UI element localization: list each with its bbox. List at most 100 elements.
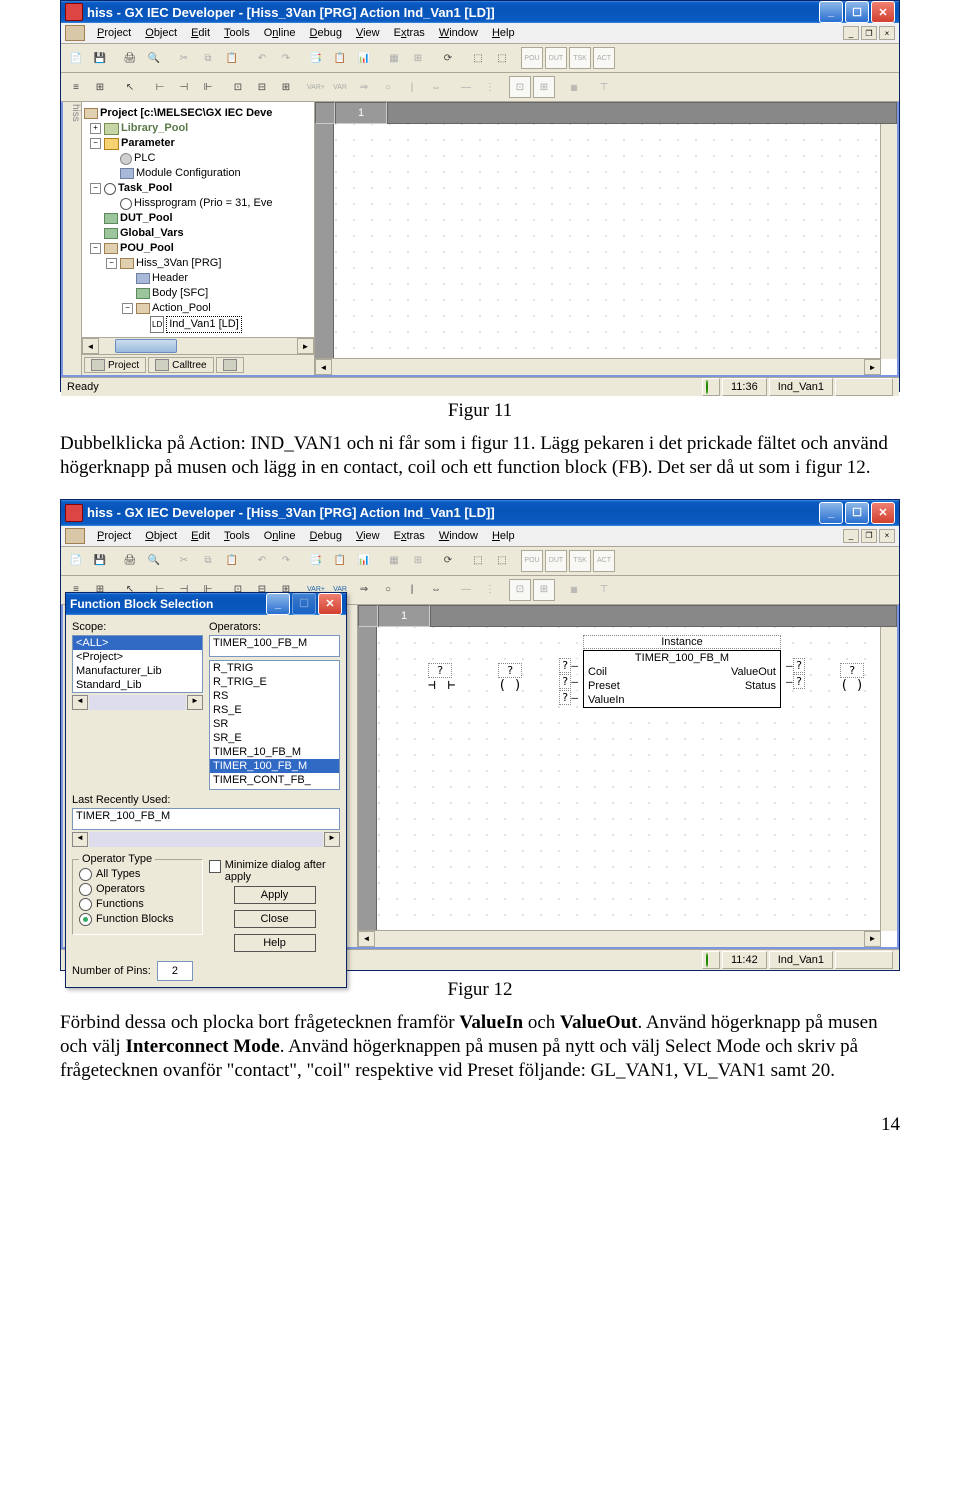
editor-vscroll[interactable] <box>880 627 897 931</box>
save-icon[interactable]: 💾 <box>89 47 111 69</box>
tool-icon[interactable]: ⊟ <box>251 76 273 98</box>
dlg-close[interactable]: ✕ <box>318 593 342 615</box>
tool-icon[interactable]: ⊡ <box>509 76 531 98</box>
menu-extras[interactable]: Extras <box>388 528 431 544</box>
mdi-minimize[interactable]: _ <box>843 26 859 40</box>
menu-edit[interactable]: Edit <box>185 528 216 544</box>
new-icon[interactable]: 📄 <box>65 47 87 69</box>
mdi-restore[interactable]: ❐ <box>861 26 877 40</box>
preview-icon[interactable]: 🔍 <box>143 47 165 69</box>
menu-project[interactable]: Project <box>91 528 137 544</box>
lru-input[interactable]: TIMER_100_FB_M <box>72 808 340 830</box>
radio-function-blocks[interactable]: Function Blocks <box>79 913 196 926</box>
tree-hscroll[interactable]: ◄► <box>82 337 314 354</box>
tool-icon[interactable]: ⋮ <box>479 579 501 601</box>
tab-calltree[interactable]: Calltree <box>148 357 213 373</box>
tool-icon[interactable]: ⬚ <box>491 550 513 572</box>
tool-icon[interactable]: ⊢ <box>149 76 171 98</box>
copy-icon[interactable]: ⧉ <box>197 550 219 572</box>
undo-icon[interactable]: ↶ <box>251 550 273 572</box>
menu-window[interactable]: Window <box>433 528 484 544</box>
menu-online[interactable]: Online <box>258 528 302 544</box>
save-icon[interactable]: 💾 <box>89 550 111 572</box>
menu-view[interactable]: View <box>350 25 386 41</box>
radio-operators[interactable]: Operators <box>79 883 196 896</box>
minimize-checkbox[interactable]: Minimize dialog after apply <box>209 859 340 883</box>
redo-icon[interactable]: ↷ <box>275 47 297 69</box>
print-icon[interactable]: 🖨 <box>119 550 141 572</box>
menu-project[interactable]: PProjectroject <box>91 25 137 41</box>
coil-element[interactable]: ? ( ) <box>498 663 522 693</box>
tool-icon[interactable]: ▦ <box>563 579 585 601</box>
tool-icon[interactable]: 📊 <box>353 550 375 572</box>
preview-icon[interactable]: 🔍 <box>143 550 165 572</box>
tool-icon[interactable]: 📑 <box>305 550 327 572</box>
tool-icon[interactable]: 📋 <box>329 550 351 572</box>
tool-icon[interactable]: ○ <box>377 579 399 601</box>
tool-icon[interactable]: — <box>455 579 477 601</box>
tool-icon[interactable]: ▦ <box>383 47 405 69</box>
paste-icon[interactable]: 📋 <box>221 47 243 69</box>
tool-icon[interactable]: ⊩ <box>197 76 219 98</box>
box-icon[interactable]: ACT <box>593 550 615 572</box>
redo-icon[interactable]: ↷ <box>275 550 297 572</box>
tool-icon[interactable]: — <box>455 76 477 98</box>
tool-icon[interactable]: ▦ <box>563 76 585 98</box>
menu-debug[interactable]: Debug <box>304 25 348 41</box>
new-icon[interactable]: 📄 <box>65 550 87 572</box>
minimize-button[interactable]: _ <box>819 1 843 23</box>
tool-icon[interactable]: ⬚ <box>467 550 489 572</box>
menu-view[interactable]: View <box>350 528 386 544</box>
refresh-icon[interactable]: ⟳ <box>437 550 459 572</box>
ladder-editor[interactable]: 1 ◄► <box>315 102 897 375</box>
tool-icon[interactable]: ⊞ <box>533 579 555 601</box>
tool-icon[interactable]: ⊡ <box>227 76 249 98</box>
menu-object[interactable]: Object <box>139 25 183 41</box>
tool-icon[interactable]: 📑 <box>305 47 327 69</box>
close-button[interactable]: ✕ <box>871 502 895 524</box>
editor-hscroll[interactable]: ◄► <box>358 930 881 947</box>
tool-icon[interactable]: ⇔ <box>425 76 447 98</box>
tool-icon[interactable]: ⊣ <box>173 76 195 98</box>
tool-icon[interactable]: ⊞ <box>407 550 429 572</box>
radio-functions[interactable]: Functions <box>79 898 196 911</box>
box-icon[interactable]: TSK <box>569 550 591 572</box>
tab-project[interactable]: Project <box>84 357 146 373</box>
menu-online[interactable]: Online <box>258 25 302 41</box>
refresh-icon[interactable]: ⟳ <box>437 47 459 69</box>
tool-icon[interactable]: 📊 <box>353 47 375 69</box>
close-button[interactable]: ✕ <box>871 1 895 23</box>
tool-icon[interactable]: 📋 <box>329 47 351 69</box>
close-button[interactable]: Close <box>234 910 316 928</box>
tool-icon[interactable]: ⬚ <box>467 47 489 69</box>
mdi-close[interactable]: × <box>879 529 895 543</box>
operators-list[interactable]: R_TRIG R_TRIG_E RS RS_E SR SR_E TIMER_10… <box>209 660 340 790</box>
cut-icon[interactable]: ✂ <box>173 550 195 572</box>
menu-tools[interactable]: Tools <box>218 25 256 41</box>
box-icon[interactable]: TSK <box>569 47 591 69</box>
function-block-instance[interactable]: Instance TIMER_100_FB_M CoilValueOut Pre… <box>583 635 781 708</box>
tool-icon[interactable]: ⋮ <box>479 76 501 98</box>
operators-input[interactable]: TIMER_100_FB_M <box>209 635 340 657</box>
tool-icon[interactable]: | <box>401 579 423 601</box>
maximize-button[interactable]: ☐ <box>845 1 869 23</box>
tool-icon[interactable]: | <box>401 76 423 98</box>
tool-icon[interactable]: ⊡ <box>509 579 531 601</box>
menu-object[interactable]: Object <box>139 528 183 544</box>
copy-icon[interactable]: ⧉ <box>197 47 219 69</box>
box-icon[interactable]: DUT <box>545 550 567 572</box>
print-icon[interactable]: 🖨 <box>119 47 141 69</box>
var-icon[interactable]: VAR+ <box>305 76 327 98</box>
menu-help[interactable]: Help <box>486 25 521 41</box>
menu-help[interactable]: Help <box>486 528 521 544</box>
editor-hscroll[interactable]: ◄► <box>315 358 881 375</box>
tool-icon[interactable]: ⊞ <box>407 47 429 69</box>
box-icon[interactable]: POU <box>521 47 543 69</box>
tool-icon[interactable]: ▦ <box>383 550 405 572</box>
apply-button[interactable]: Apply <box>234 886 316 904</box>
tool-icon[interactable]: ⬚ <box>491 47 513 69</box>
maximize-button[interactable]: ☐ <box>845 502 869 524</box>
radio-all-types[interactable]: All Types <box>79 868 196 881</box>
cut-icon[interactable]: ✂ <box>173 47 195 69</box>
editor-vscroll[interactable] <box>880 124 897 359</box>
